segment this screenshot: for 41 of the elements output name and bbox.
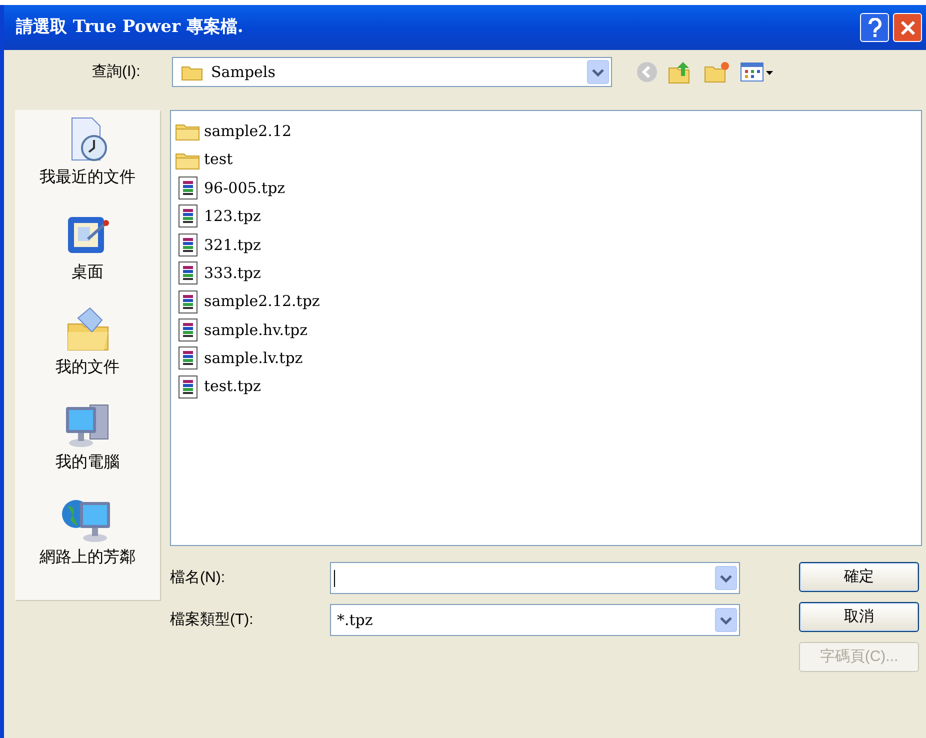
place-item[interactable]: 我的文件	[15, 306, 160, 401]
file-type-label: 檔案類型(T):	[170, 610, 254, 630]
help-icon	[868, 18, 882, 38]
new-folder-icon[interactable]	[704, 61, 730, 83]
close-icon	[900, 20, 916, 36]
place-item[interactable]: 我最近的文件	[15, 116, 160, 211]
place-item[interactable]: 桌面	[15, 211, 160, 306]
look-in-label: 查詢(I):	[92, 62, 142, 82]
file-item[interactable]: 96-005.tpz	[175, 174, 290, 202]
file-type-value: *.tpz	[337, 610, 374, 631]
archive-file-icon	[178, 204, 198, 228]
file-name-label: 檔名(N):	[170, 568, 226, 588]
file-item[interactable]: sample.hv.tpz	[175, 316, 312, 344]
file-item[interactable]: 321.tpz	[175, 230, 265, 259]
close-button[interactable]	[893, 13, 922, 42]
help-button[interactable]	[860, 13, 889, 42]
dialog-button[interactable]: 確定	[799, 562, 919, 592]
file-item[interactable]: sample2.12.tpz	[175, 287, 324, 316]
dialog-button[interactable]: 取消	[799, 602, 919, 632]
look-in-value: Sampels	[211, 62, 276, 83]
file-item[interactable]: test	[175, 145, 237, 174]
archive-file-icon	[178, 176, 198, 200]
file-type-dropdown[interactable]: *.tpz	[330, 604, 740, 636]
text-cursor	[334, 570, 335, 586]
file-name-field[interactable]	[330, 562, 740, 594]
archive-file-icon	[178, 346, 198, 370]
place-item[interactable]: 我的電腦	[15, 401, 160, 496]
place-item[interactable]: 網路上的芳鄰	[15, 496, 160, 591]
file-item[interactable]: 123.tpz	[175, 202, 265, 231]
archive-file-icon	[178, 290, 198, 314]
archive-file-icon	[178, 374, 198, 399]
view-menu-icon[interactable]	[740, 61, 774, 83]
look-in-dropdown[interactable]: Sampels	[172, 57, 612, 87]
file-item[interactable]: test.tpz	[175, 372, 265, 401]
file-item[interactable]: 333.tpz	[175, 258, 265, 288]
file-item[interactable]: sample.lv.tpz	[175, 344, 307, 373]
archive-file-icon	[178, 261, 198, 286]
file-item[interactable]: sample2.12	[175, 117, 296, 146]
window-title: 請選取 True Power 專案檔.	[16, 16, 244, 39]
archive-file-icon	[178, 232, 198, 257]
archive-file-icon	[178, 318, 198, 342]
